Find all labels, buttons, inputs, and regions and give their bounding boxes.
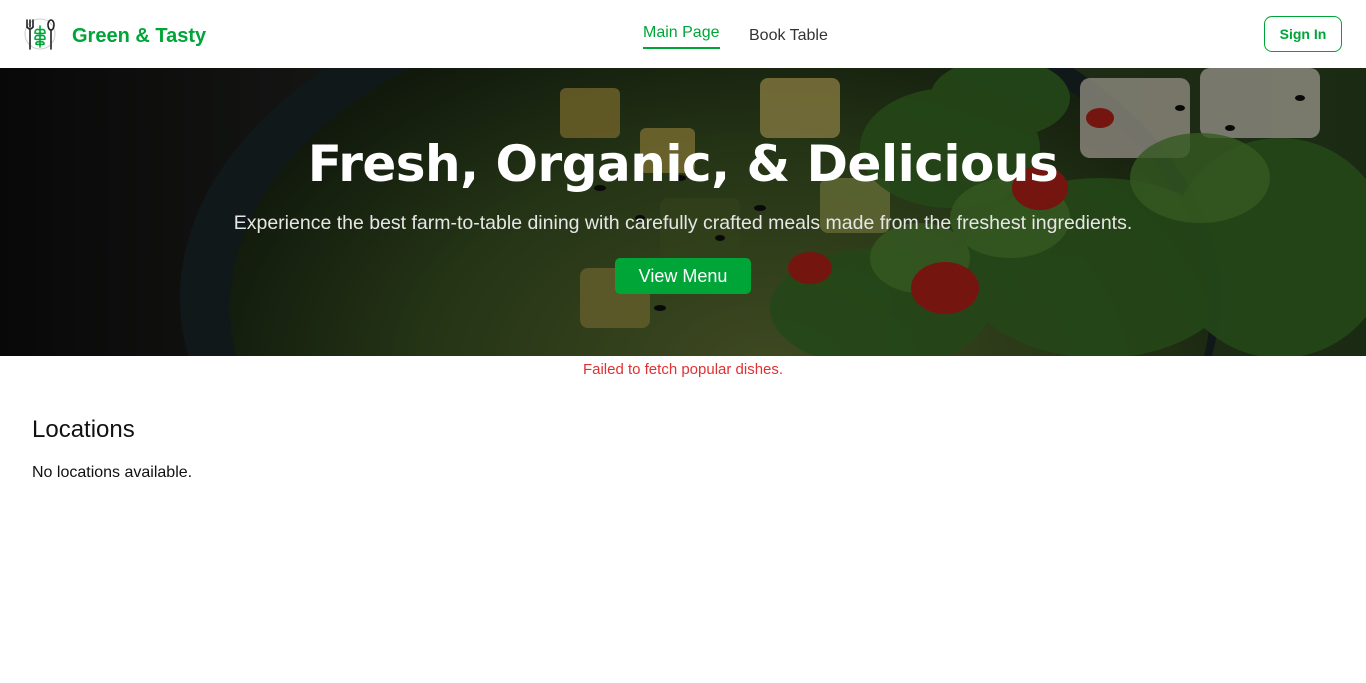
hero-title: Fresh, Organic, & Delicious xyxy=(307,135,1059,193)
site-header: Green & Tasty Main Page Book Table Sign … xyxy=(0,0,1366,68)
popular-dishes-error: Failed to fetch popular dishes. xyxy=(582,361,784,378)
view-menu-button[interactable]: View Menu xyxy=(615,258,751,294)
nav-book-table[interactable]: Book Table xyxy=(749,25,828,47)
nav-main-page[interactable]: Main Page xyxy=(643,22,720,49)
locations-heading: Locations xyxy=(32,416,135,443)
hero-banner: Fresh, Organic, & Delicious Experience t… xyxy=(0,68,1366,356)
sign-in-button[interactable]: Sign In xyxy=(1264,16,1342,52)
locations-empty-text: No locations available. xyxy=(32,464,193,481)
fork-spoon-leaf-icon[interactable] xyxy=(22,16,58,52)
hero-subtitle: Experience the best farm-to-table dining… xyxy=(233,212,1133,234)
brand-name[interactable]: Green & Tasty xyxy=(72,24,206,48)
